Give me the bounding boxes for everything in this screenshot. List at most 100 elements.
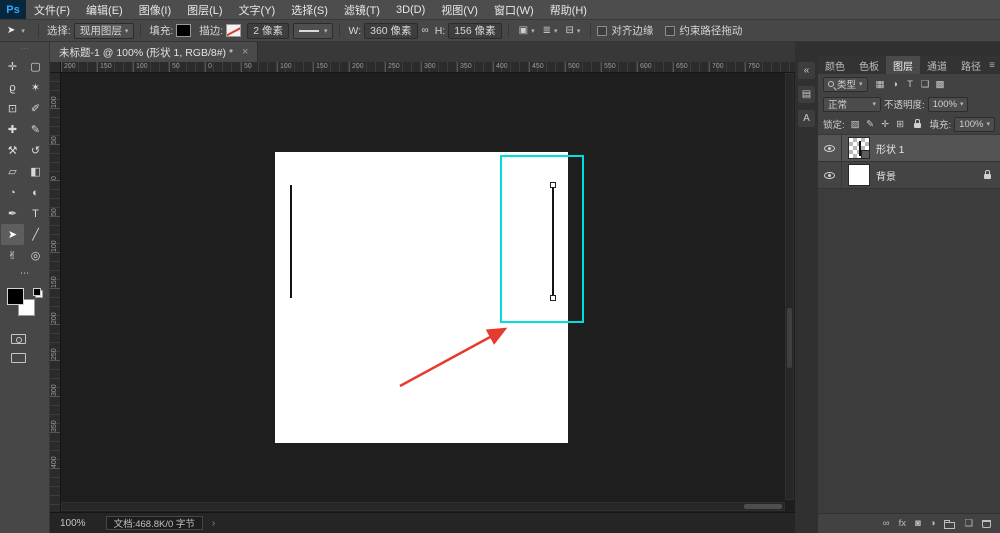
- filter-shape-layers-icon[interactable]: ❑: [918, 77, 933, 92]
- panel-tab-paths[interactable]: 路径: [954, 56, 988, 74]
- stroke-width-field[interactable]: 2 像素: [247, 22, 289, 39]
- lock-pixels-icon[interactable]: ✎: [863, 117, 878, 132]
- adjustment-layer-icon[interactable]: ◑: [930, 519, 936, 529]
- filter-smart-objects-icon[interactable]: ▩: [933, 77, 948, 92]
- menu-item[interactable]: 文件(F): [26, 0, 78, 19]
- layer-style-icon[interactable]: fx: [899, 519, 906, 529]
- path-operations-dropdown[interactable]: ▣ ▾: [515, 25, 539, 36]
- history-brush-tool[interactable]: ↺: [24, 140, 47, 161]
- expand-panels-icon[interactable]: «: [798, 62, 815, 79]
- layer-row[interactable]: 背景: [818, 162, 1000, 189]
- add-layer-mask-icon[interactable]: ◙: [915, 519, 921, 529]
- filter-type-layers-icon[interactable]: T: [903, 77, 918, 92]
- horizontal-type-tool[interactable]: T: [24, 203, 47, 224]
- move-tool[interactable]: ✛: [1, 56, 24, 77]
- quick-mask-icon[interactable]: [11, 334, 26, 344]
- height-field[interactable]: 156 像素: [448, 22, 502, 39]
- constrain-path-drag-checkbox[interactable]: 约束路径拖动: [665, 23, 742, 38]
- layer-visibility-toggle[interactable]: [818, 135, 842, 161]
- panel-tab-layers[interactable]: 图层: [886, 56, 920, 74]
- width-field[interactable]: 360 像素: [364, 22, 418, 39]
- brush-tool[interactable]: ✎: [24, 119, 47, 140]
- vertical-scrollbar[interactable]: [785, 73, 794, 500]
- lock-position-icon[interactable]: ✛: [878, 117, 893, 132]
- rectangular-marquee-tool[interactable]: ▢: [24, 56, 47, 77]
- blur-tool[interactable]: ◔: [1, 182, 24, 203]
- new-group-icon[interactable]: [944, 519, 956, 529]
- quick-selection-tool[interactable]: ✶: [24, 77, 47, 98]
- character-panel-icon[interactable]: A: [798, 110, 815, 127]
- tool-preset-dropdown[interactable]: ➤ ▾: [0, 25, 32, 36]
- stroke-swatch[interactable]: [226, 24, 242, 37]
- panel-tab-channels[interactable]: 通道: [920, 56, 954, 74]
- spot-healing-brush-tool[interactable]: ✚: [1, 119, 24, 140]
- opacity-field[interactable]: 100% ▾: [927, 96, 969, 112]
- filter-adjustment-layers-icon[interactable]: ◑: [888, 77, 903, 92]
- default-colors-icon[interactable]: [33, 288, 43, 298]
- menu-item[interactable]: 选择(S): [283, 0, 336, 19]
- toolbar-grip[interactable]: ···: [0, 42, 49, 55]
- layer-row[interactable]: 形状 1: [818, 135, 1000, 162]
- eyedropper-tool[interactable]: ✐: [24, 98, 47, 119]
- layer-thumbnail[interactable]: [848, 164, 870, 186]
- pen-tool[interactable]: ✒: [1, 203, 24, 224]
- menu-item[interactable]: 图层(L): [179, 0, 230, 19]
- align-edges-checkbox[interactable]: 对齐边缘: [597, 23, 653, 38]
- menu-item[interactable]: 文字(Y): [231, 0, 284, 19]
- path-arrangement-dropdown[interactable]: ⊟ ▾: [562, 25, 585, 36]
- stroke-style-dropdown[interactable]: ▾: [292, 22, 334, 39]
- vertical-ruler[interactable]: 100 50 0 50 100 150 200 250 300 350 400: [50, 73, 61, 512]
- link-dimensions-icon[interactable]: ∞: [418, 25, 433, 36]
- zoom-level-field[interactable]: 100%: [60, 518, 86, 529]
- path-anchor-point[interactable]: [550, 182, 556, 188]
- line-tool[interactable]: ╱: [24, 224, 47, 245]
- scrollbar-thumb[interactable]: [787, 307, 792, 368]
- filter-pixel-layers-icon[interactable]: ▦: [873, 77, 888, 92]
- delete-layer-icon[interactable]: [982, 519, 991, 528]
- lock-all-icon[interactable]: [911, 117, 925, 132]
- edit-toolbar-button[interactable]: ⋯: [0, 267, 49, 280]
- scrollbar-thumb[interactable]: [744, 504, 782, 509]
- select-mode-dropdown[interactable]: 现用图层 ▾: [73, 22, 135, 39]
- path-alignment-dropdown[interactable]: ≣ ▾: [539, 25, 562, 36]
- crop-tool[interactable]: ⊡: [1, 98, 24, 119]
- zoom-tool[interactable]: ◎: [24, 245, 47, 266]
- eraser-tool[interactable]: ▱: [1, 161, 24, 182]
- menu-item[interactable]: 帮助(H): [542, 0, 595, 19]
- layer-visibility-toggle[interactable]: [818, 162, 842, 188]
- fill-opacity-field[interactable]: 100% ▾: [954, 116, 995, 132]
- blend-mode-select[interactable]: 正常 ▾: [823, 96, 881, 112]
- menu-item[interactable]: 编辑(E): [78, 0, 131, 19]
- status-expander-icon[interactable]: ›: [212, 518, 215, 529]
- fill-swatch[interactable]: [176, 24, 192, 37]
- lock-artboard-icon[interactable]: ⊞: [893, 117, 908, 132]
- dodge-tool[interactable]: ◐: [24, 182, 47, 203]
- lasso-tool[interactable]: ϱ: [1, 77, 24, 98]
- layer-thumbnail[interactable]: [848, 137, 870, 159]
- menu-item[interactable]: 视图(V): [433, 0, 486, 19]
- foreground-color-swatch[interactable]: [7, 288, 24, 305]
- panel-tab-color[interactable]: 颜色: [818, 56, 852, 74]
- gradient-tool[interactable]: ◧: [24, 161, 47, 182]
- libraries-panel-icon[interactable]: ▤: [798, 86, 815, 103]
- close-icon[interactable]: ×: [242, 46, 248, 58]
- horizontal-ruler[interactable]: 200 150 100 50 0 50 100 150 200 250 300 350 400 450 50…: [61, 62, 795, 73]
- menu-item[interactable]: 3D(D): [388, 0, 433, 19]
- link-layers-icon[interactable]: ∞: [883, 519, 890, 529]
- lock-transparency-icon[interactable]: ▨: [848, 117, 863, 132]
- ruler-corner[interactable]: [50, 62, 61, 73]
- menu-item[interactable]: 窗口(W): [486, 0, 542, 19]
- clone-stamp-tool[interactable]: ⚒: [1, 140, 24, 161]
- layer-filter-type-select[interactable]: 类型 ▾: [823, 76, 868, 92]
- hand-tool[interactable]: ✌: [1, 245, 24, 266]
- path-selection-tool[interactable]: ➤: [1, 224, 24, 245]
- screen-mode-icon[interactable]: [11, 353, 26, 363]
- menu-item[interactable]: 图像(I): [131, 0, 179, 19]
- panel-tab-swatches[interactable]: 色板: [852, 56, 886, 74]
- document-tab[interactable]: 未标题-1 @ 100% (形状 1, RGB/8#) * ×: [50, 42, 259, 62]
- path-anchor-point[interactable]: [550, 295, 556, 301]
- document-info[interactable]: 文档:468.8K/0 字节: [105, 516, 203, 530]
- new-layer-icon[interactable]: ❏: [964, 519, 973, 529]
- menu-item[interactable]: 滤镜(T): [336, 0, 388, 19]
- horizontal-scrollbar[interactable]: [61, 502, 785, 511]
